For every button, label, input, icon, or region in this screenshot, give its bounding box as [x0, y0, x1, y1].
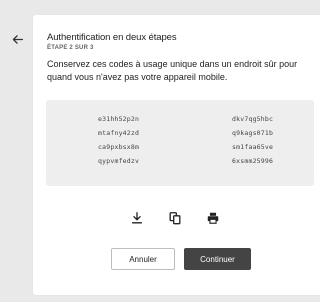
- backup-codes-box: e31hh52p2n dkv7qg5hbc mtafny42zd q9kags0…: [46, 100, 314, 186]
- two-factor-dialog: Authentification en deux étapes ÉTAPE 2 …: [33, 15, 320, 295]
- backup-code: qypvmfedzv: [98, 157, 140, 165]
- continue-button[interactable]: Continuer: [184, 248, 251, 270]
- backup-code: dkv7qg5hbc: [232, 115, 274, 123]
- backup-code: q9kags071b: [232, 129, 274, 137]
- dialog-description: Conservez ces codes à usage unique dans …: [47, 59, 298, 82]
- download-button[interactable]: [129, 210, 145, 226]
- step-indicator: ÉTAPE 2 SUR 3: [47, 45, 94, 51]
- backup-code: ca9pxbsx8m: [98, 143, 140, 151]
- back-button[interactable]: [9, 31, 25, 47]
- backup-code: 6xsmm25996: [232, 157, 274, 165]
- code-actions: [129, 210, 221, 226]
- print-button[interactable]: [205, 210, 221, 226]
- copy-icon: [168, 211, 182, 225]
- cancel-button[interactable]: Annuler: [111, 248, 175, 270]
- printer-icon: [206, 211, 220, 225]
- backup-code: mtafny42zd: [98, 129, 140, 137]
- copy-button[interactable]: [167, 210, 183, 226]
- backup-code: e31hh52p2n: [98, 115, 140, 123]
- arrow-left-icon: [11, 33, 24, 46]
- backup-code: sm1faa65ve: [232, 143, 274, 151]
- dialog-title: Authentification en deux étapes: [47, 32, 177, 43]
- download-icon: [130, 211, 144, 225]
